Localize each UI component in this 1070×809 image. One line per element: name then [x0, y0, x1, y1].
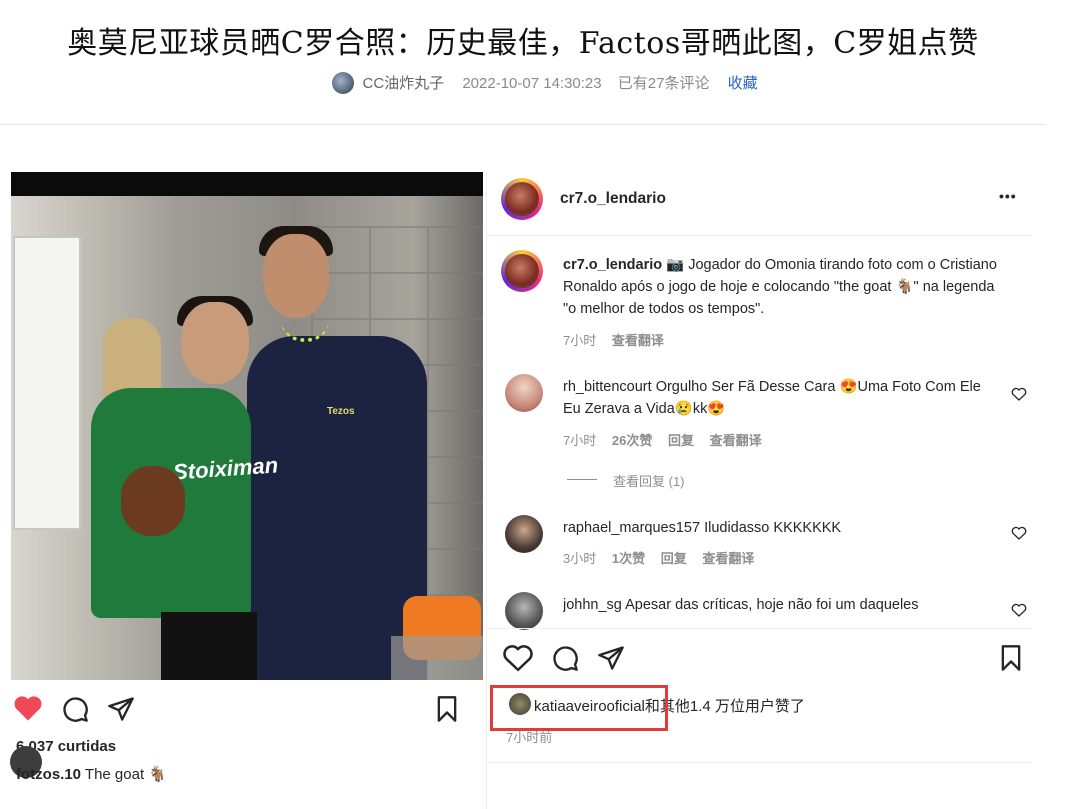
comment-like-icon[interactable]: [1011, 386, 1027, 402]
comment-count[interactable]: 已有27条评论: [618, 75, 710, 92]
door: [13, 236, 81, 530]
article-meta: CC油炸丸子 2022-10-07 14:30:23 已有27条评论 收藏: [0, 72, 1070, 94]
author-avatar[interactable]: [332, 72, 355, 94]
view-replies-link[interactable]: 查看回复 (1): [613, 471, 685, 490]
comment-item: johhn_sg Apesar das críticas, hoje não f…: [563, 594, 983, 616]
caption-meta: 7小时 查看翻译: [563, 330, 676, 349]
comment-like-icon[interactable]: [1011, 525, 1027, 541]
translate-link[interactable]: 查看翻译: [710, 433, 762, 448]
heart-icon[interactable]: [503, 644, 533, 672]
comment-icon[interactable]: [551, 644, 579, 672]
player-bag: [121, 466, 185, 536]
comment-username[interactable]: raphael_marques157: [563, 520, 700, 536]
comment-text: Iludidasso KKKKKKK: [704, 520, 842, 536]
bookmark-icon[interactable]: [999, 644, 1023, 672]
share-icon[interactable]: [107, 695, 135, 723]
header-divider: [0, 124, 1046, 125]
publish-datetime: 2022-10-07 14:30:23: [462, 75, 602, 92]
reply-link[interactable]: 回复: [668, 433, 694, 448]
comment-icon[interactable]: [61, 695, 89, 723]
caption-avatar[interactable]: [501, 250, 543, 292]
comment-time: 3小时: [563, 551, 597, 566]
favorite-link[interactable]: 收藏: [728, 75, 758, 92]
comment-avatar[interactable]: [505, 374, 543, 412]
comment-time: 7小时: [563, 433, 597, 448]
player-head: [181, 302, 249, 384]
highlight-box: [490, 685, 668, 731]
comment-item: rh_bittencourt Orgulho Ser Fã Desse Cara…: [563, 376, 983, 420]
heart-filled-icon[interactable]: [13, 694, 43, 722]
caption-username[interactable]: fotzos.10: [16, 766, 81, 783]
player-shorts: [161, 612, 257, 680]
comment-avatar[interactable]: [505, 592, 543, 630]
photo-scene: Tezos Stoiximan: [11, 196, 483, 680]
ronaldo-head: [263, 234, 329, 318]
tezos-logo-text: Tezos: [327, 406, 355, 417]
comment-meta: 7小时 26次赞 回复 查看翻译: [563, 430, 774, 449]
comment-like-icon[interactable]: [1011, 602, 1027, 618]
article-title: 奥莫尼亚球员晒C罗合照：历史最佳，Factos哥晒此图，C罗姐点赞: [67, 26, 979, 61]
comment-meta: 3小时 1次赞 回复 查看翻译: [563, 548, 766, 567]
reply-link[interactable]: 回复: [661, 551, 687, 566]
share-icon[interactable]: [597, 644, 625, 672]
comment-likes[interactable]: 1次赞: [612, 551, 645, 566]
more-options-icon[interactable]: •••: [999, 188, 1017, 204]
caption-time: 7小时: [563, 333, 597, 348]
header-divider-ig: [487, 235, 1031, 236]
comment-item: raphael_marques157 Iludidasso KKKKKKK: [563, 517, 983, 539]
replies-line: [567, 479, 597, 480]
liked-by-rest[interactable]: 和其他1.4 万位用户赞了: [645, 698, 805, 715]
caption-block: cr7.o_lendario 📷 Jogador do Omonia tiran…: [563, 254, 1003, 320]
author-name[interactable]: CC油炸丸子: [362, 75, 444, 92]
post-photo[interactable]: Tezos Stoiximan: [11, 172, 483, 680]
comment-username[interactable]: rh_bittencourt: [563, 379, 652, 395]
comment-input-divider: [487, 762, 1031, 763]
account-avatar[interactable]: [501, 178, 543, 220]
post-caption: fotzos.10 The goat 🐐: [16, 765, 167, 783]
comment-avatar[interactable]: [505, 515, 543, 553]
post-actions: [11, 692, 483, 724]
translate-link[interactable]: 查看翻译: [612, 333, 664, 348]
actions-divider: [487, 628, 1031, 629]
cart: [391, 636, 483, 680]
account-handle[interactable]: cr7.o_lendario: [560, 190, 666, 208]
translate-link[interactable]: 查看翻译: [702, 551, 754, 566]
caption-text: The goat 🐐: [84, 766, 167, 783]
caption-handle[interactable]: cr7.o_lendario: [563, 257, 662, 273]
ronaldo-figure: [247, 336, 427, 680]
comment-text: Apesar das críticas, hoje não foi um daq…: [625, 597, 919, 613]
bookmark-icon[interactable]: [435, 695, 459, 723]
comment-username[interactable]: johhn_sg: [563, 597, 622, 613]
comment-likes[interactable]: 26次赞: [612, 433, 652, 448]
